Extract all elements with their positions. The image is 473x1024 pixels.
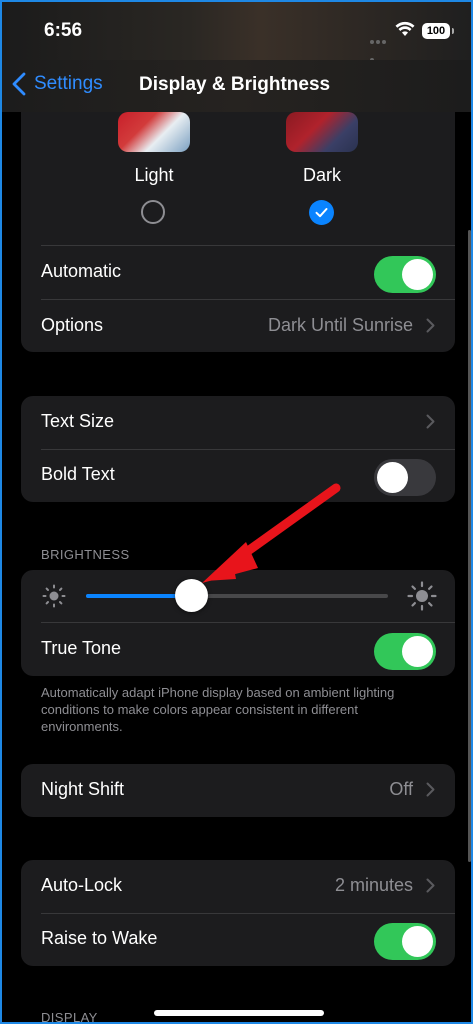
raise-to-wake-label: Raise to Wake — [41, 928, 158, 948]
raise-to-wake-row: Raise to Wake — [21, 913, 455, 966]
dark-appearance-preview[interactable] — [286, 112, 358, 152]
brightness-slider-thumb[interactable] — [175, 579, 209, 612]
cellular-signal-icon — [370, 31, 392, 62]
chevron-right-icon — [426, 878, 435, 893]
night-shift-card: Night Shift Off — [21, 764, 455, 817]
status-time: 6:56 — [44, 20, 83, 41]
dark-appearance-label: Dark — [302, 165, 341, 185]
light-appearance-label: Light — [134, 165, 174, 185]
text-settings-card: Text Size Bold Text — [21, 396, 455, 502]
light-appearance-radio[interactable] — [141, 200, 165, 224]
options-label: Options — [41, 315, 104, 335]
automatic-toggle[interactable] — [374, 256, 436, 293]
bold-text-row: Bold Text — [21, 449, 455, 502]
battery-icon: 100 — [422, 23, 454, 39]
true-tone-row: True Tone — [21, 623, 455, 676]
true-tone-footnote: Automatically adapt iPhone display based… — [41, 685, 395, 734]
sun-large-icon — [407, 581, 437, 611]
bold-text-label: Bold Text — [41, 464, 115, 484]
raise-to-wake-toggle[interactable] — [374, 923, 436, 960]
chevron-left-icon — [12, 72, 26, 96]
true-tone-label: True Tone — [41, 638, 122, 658]
night-shift-label: Night Shift — [41, 779, 125, 799]
checkmark-icon — [315, 208, 328, 218]
display-section-header: DISPLAY — [41, 1010, 98, 1024]
phone-screen: 6:56 100 Settings Display & Brightness L… — [0, 0, 473, 1024]
navigation-bar: Settings Display & Brightness — [2, 60, 471, 112]
brightness-card: True Tone — [21, 570, 455, 676]
chevron-right-icon — [426, 782, 435, 797]
chevron-right-icon — [426, 318, 435, 333]
back-button-label: Settings — [34, 73, 103, 94]
page-title: Display & Brightness — [139, 74, 331, 95]
back-button[interactable]: Settings — [12, 72, 103, 96]
appearance-card: Light Dark Automatic Options Dark Until … — [21, 112, 455, 352]
text-size-row[interactable]: Text Size — [21, 396, 455, 449]
auto-lock-value: 2 minutes — [334, 875, 413, 895]
sun-small-icon — [42, 584, 66, 608]
wifi-icon — [395, 21, 415, 36]
brightness-section-header: BRIGHTNESS — [41, 547, 130, 562]
auto-lock-row[interactable]: Auto-Lock 2 minutes — [21, 860, 455, 913]
light-appearance-preview[interactable] — [118, 112, 190, 152]
dark-appearance-radio[interactable] — [309, 200, 334, 225]
automatic-row: Automatic — [21, 246, 455, 299]
lock-settings-card: Auto-Lock 2 minutes Raise to Wake — [21, 860, 455, 966]
scrollbar[interactable] — [468, 230, 471, 862]
bold-text-toggle[interactable] — [374, 459, 436, 496]
night-shift-row[interactable]: Night Shift Off — [21, 764, 455, 817]
night-shift-value: Off — [389, 779, 413, 799]
chevron-right-icon — [426, 414, 435, 429]
automatic-label: Automatic — [41, 261, 122, 281]
home-indicator — [154, 1010, 324, 1016]
options-row[interactable]: Options Dark Until Sunrise — [21, 300, 455, 353]
options-value: Dark Until Sunrise — [267, 315, 413, 335]
status-bar: 6:56 100 — [2, 2, 471, 62]
true-tone-toggle[interactable] — [374, 633, 436, 670]
text-size-label: Text Size — [41, 411, 115, 431]
auto-lock-label: Auto-Lock — [41, 875, 123, 895]
brightness-slider[interactable] — [86, 594, 388, 598]
